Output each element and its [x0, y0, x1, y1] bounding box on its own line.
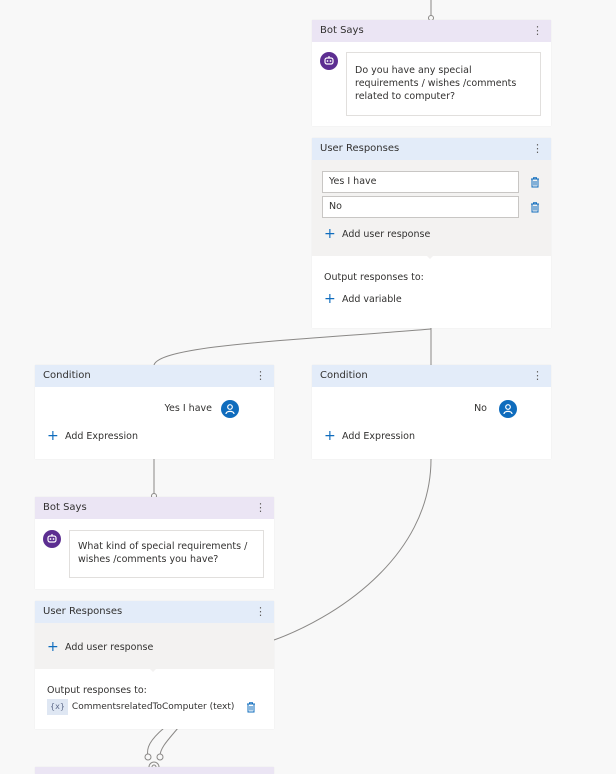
user-responses-card-2[interactable]: User Responses ⋮ + Add user response Outp… — [35, 601, 274, 729]
bot-icon — [43, 530, 61, 548]
user-icon — [221, 400, 239, 418]
user-responses-header: User Responses ⋮ — [35, 601, 274, 623]
bot-says-header: Bot Says ⋮ — [312, 20, 551, 42]
user-responses-title: User Responses — [43, 606, 123, 617]
bot-says-title: Bot Says — [43, 502, 87, 513]
plus-icon: + — [324, 226, 336, 242]
more-icon[interactable]: ⋮ — [532, 20, 543, 42]
add-expression-button[interactable]: + Add Expression — [47, 428, 138, 444]
variable-name: CommentsrelatedToComputer (text) — [71, 702, 235, 712]
condition-title: Condition — [320, 370, 368, 381]
bot-says-card-1[interactable]: Bot Says ⋮ Do you have any special requi… — [312, 20, 551, 126]
bot-says-title: Bot Says — [320, 25, 364, 36]
plus-icon: + — [324, 291, 336, 307]
add-user-response-label: Add user response — [342, 229, 431, 240]
bot-says-header: Bot Says ⋮ — [35, 497, 274, 519]
response-input-no[interactable]: No — [322, 196, 519, 218]
bot-says-card-2[interactable]: Bot Says ⋮ What kind of special requirem… — [35, 497, 274, 589]
output-responses-label: Output responses to: — [47, 685, 147, 696]
condition-header: Condition ⋮ — [312, 365, 551, 387]
more-icon[interactable]: ⋮ — [255, 601, 266, 623]
add-expression-button[interactable]: + Add Expression — [324, 428, 415, 444]
bot-message[interactable]: Do you have any special requirements / w… — [346, 52, 541, 116]
output-responses-label: Output responses to: — [324, 272, 424, 283]
add-user-response-button[interactable]: + Add user response — [47, 639, 154, 655]
more-icon[interactable]: ⋮ — [255, 497, 266, 519]
user-icon — [499, 400, 517, 418]
pointer-notch — [425, 254, 435, 259]
variable-chip[interactable]: {x} CommentsrelatedToComputer (text) — [47, 699, 234, 715]
add-expression-label: Add Expression — [342, 431, 415, 442]
plus-icon: + — [47, 639, 59, 655]
response-input-yes[interactable]: Yes I have — [322, 171, 519, 193]
more-icon[interactable]: ⋮ — [532, 365, 543, 387]
add-user-response-label: Add user response — [65, 642, 154, 653]
bot-icon — [320, 52, 338, 70]
condition-card-no[interactable]: Condition ⋮ No + Add Expression — [312, 365, 551, 459]
trash-icon[interactable] — [529, 176, 541, 188]
next-card-partial[interactable] — [35, 767, 274, 774]
condition-header: Condition ⋮ — [35, 365, 274, 387]
condition-card-yes[interactable]: Condition ⋮ Yes I have + Add Expression — [35, 365, 274, 459]
add-user-response-button[interactable]: + Add user response — [324, 226, 431, 242]
condition-value: Yes I have — [164, 403, 213, 414]
add-variable-label: Add variable — [342, 294, 402, 305]
add-variable-button[interactable]: + Add variable — [324, 291, 402, 307]
variable-icon: {x} — [47, 699, 68, 715]
condition-title: Condition — [43, 370, 91, 381]
more-icon[interactable]: ⋮ — [532, 138, 543, 160]
more-icon[interactable]: ⋮ — [255, 365, 266, 387]
plus-icon: + — [47, 428, 59, 444]
trash-icon[interactable] — [245, 701, 257, 713]
add-expression-label: Add Expression — [65, 431, 138, 442]
condition-value: No — [474, 403, 487, 414]
user-responses-title: User Responses — [320, 143, 400, 154]
bot-message[interactable]: What kind of special requirements / wish… — [69, 530, 264, 578]
user-responses-card-1[interactable]: User Responses ⋮ Yes I have No + Add user… — [312, 138, 551, 328]
user-responses-header: User Responses ⋮ — [312, 138, 551, 160]
plus-icon: + — [324, 428, 336, 444]
trash-icon[interactable] — [529, 201, 541, 213]
pointer-notch — [148, 667, 158, 672]
